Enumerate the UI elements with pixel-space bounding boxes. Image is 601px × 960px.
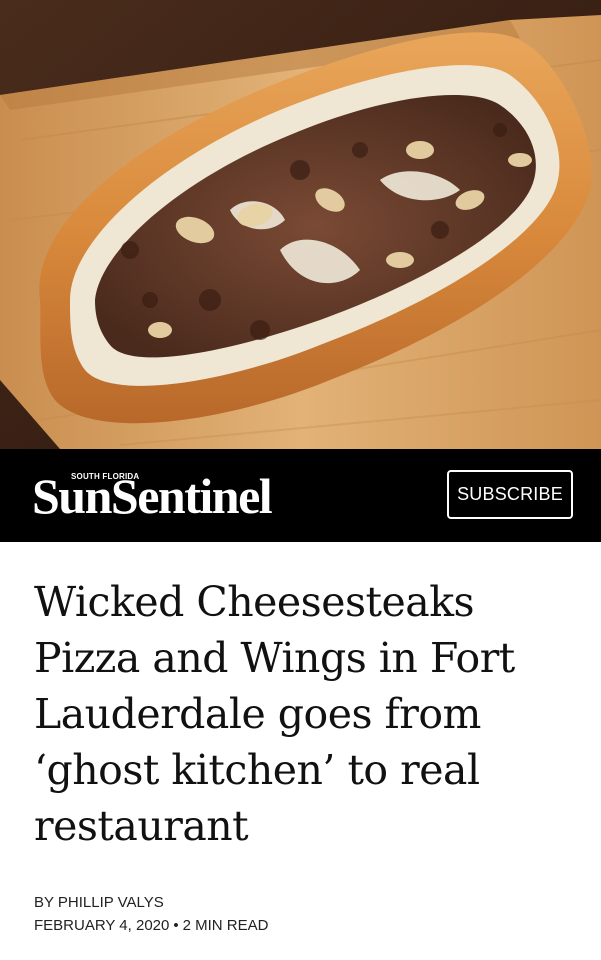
sun-sentinel-logo[interactable]: SunSentinel bbox=[32, 466, 273, 526]
article-header: Wicked Cheesesteaks Pizza and Wings in F… bbox=[0, 542, 601, 960]
article-headline: Wicked Cheesesteaks Pizza and Wings in F… bbox=[34, 578, 515, 850]
publish-date: FEBRUARY 4, 2020 bbox=[34, 917, 170, 934]
dateline: FEBRUARY 4, 2020 • 2 MIN READ bbox=[34, 915, 268, 936]
hero-image bbox=[0, 0, 601, 449]
byline: BY PHILLIP VALYS bbox=[34, 894, 164, 911]
subscribe-button[interactable]: SUBSCRIBE bbox=[447, 470, 573, 519]
read-time: 2 MIN READ bbox=[182, 917, 269, 934]
masthead: SOUTH FLORIDA SunSentinel SUBSCRIBE bbox=[0, 449, 601, 542]
separator-dot: • bbox=[173, 917, 179, 934]
cheesesteak-photo bbox=[0, 0, 601, 449]
